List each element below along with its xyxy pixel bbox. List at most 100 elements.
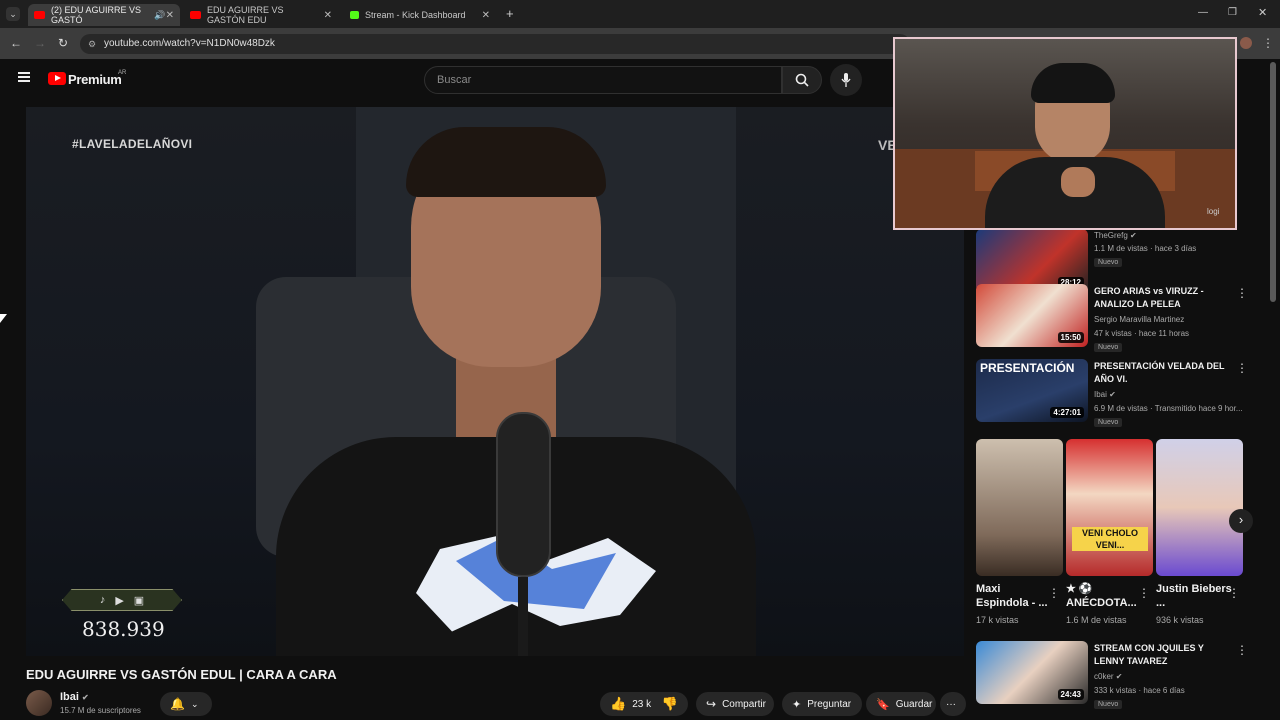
channel-avatar[interactable] bbox=[26, 690, 52, 716]
tab-search-button[interactable]: ⌄ bbox=[6, 7, 20, 21]
video-thumbnail[interactable]: PRESENTACIÓN 4:27:01 bbox=[976, 359, 1088, 422]
verified-icon: ✔ bbox=[1130, 231, 1137, 240]
bookmark-icon: 🔖 bbox=[876, 698, 890, 711]
like-icon[interactable]: 👍 bbox=[610, 696, 626, 712]
search-input[interactable]: Buscar bbox=[424, 66, 782, 94]
browser-menu-icon[interactable]: ⋮ bbox=[1262, 36, 1274, 50]
youtube-logo-icon[interactable] bbox=[48, 72, 66, 85]
voice-search-button[interactable] bbox=[830, 64, 862, 96]
verified-icon: ✔ bbox=[1109, 390, 1116, 399]
verified-icon: ✔ bbox=[1115, 672, 1123, 681]
video-meta: 1.1 M de vistas · hace 3 días bbox=[1094, 244, 1197, 253]
dislike-icon[interactable]: 👎 bbox=[662, 696, 678, 712]
short-title[interactable]: Maxi Espindola - ... bbox=[976, 582, 1056, 610]
more-options-icon[interactable]: ⋮ bbox=[1236, 286, 1248, 300]
video-title[interactable]: STREAM CON JQUILES Y LENNY TAVAREZ bbox=[1094, 642, 1234, 668]
recommendation-item[interactable]: PRESENTACIÓN 4:27:01 PRESENTACIÓN VELADA… bbox=[976, 359, 1276, 427]
notifications-button[interactable]: 🔔 ⌄ bbox=[160, 692, 212, 716]
address-field[interactable]: ⚙ youtube.com/watch?v=N1DN0w48Dzk bbox=[80, 34, 910, 54]
close-window-icon[interactable]: ✕ bbox=[1258, 6, 1267, 19]
channel-name-text: Ibai bbox=[60, 691, 79, 703]
viewer-counter-overlay: 838.939 bbox=[82, 617, 165, 641]
duration-badge: 4:27:01 bbox=[1050, 407, 1084, 418]
channel-name[interactable]: Sergio Maravilla Martinez bbox=[1094, 315, 1184, 324]
more-options-icon[interactable]: ⋮ bbox=[1236, 643, 1248, 657]
forward-arrow-icon[interactable]: → bbox=[34, 36, 46, 50]
webcam-label: logi bbox=[1207, 207, 1220, 216]
short-thumbnail[interactable] bbox=[976, 439, 1063, 576]
video-thumbnail[interactable]: 28:12 bbox=[976, 229, 1088, 292]
share-label: Compartir bbox=[722, 698, 766, 710]
recommendation-item[interactable]: 24:43 STREAM CON JQUILES Y LENNY TAVAREZ… bbox=[976, 641, 1276, 709]
like-count[interactable]: 23 k bbox=[632, 699, 651, 710]
page-scrollbar[interactable] bbox=[1270, 62, 1276, 302]
video-title[interactable]: PRESENTACIÓN VELADA DEL AÑO VI. bbox=[1094, 360, 1234, 386]
chevron-right-icon: › bbox=[1238, 512, 1244, 527]
shorts-next-button[interactable]: › bbox=[1229, 509, 1253, 533]
profile-avatar[interactable] bbox=[1240, 37, 1252, 49]
new-badge: Nuevo bbox=[1094, 418, 1123, 427]
new-tab-button[interactable]: + bbox=[506, 6, 514, 21]
channel-name[interactable]: Ibai ✔ bbox=[60, 691, 89, 703]
social-icons-overlay: ♪ ▶ ▣ bbox=[62, 589, 182, 611]
more-actions-button[interactable]: ··· bbox=[940, 692, 966, 716]
video-player[interactable]: #LAVELADELAÑOVI VE ♪ ▶ ▣ 838.939 bbox=[26, 107, 964, 656]
reload-icon[interactable]: ↻ bbox=[58, 36, 68, 50]
tab-kick-dashboard[interactable]: Stream - Kick Dashboard ✕ bbox=[344, 4, 496, 26]
youtube-favicon-icon bbox=[34, 11, 45, 19]
thumbnail-text: PRESENTACIÓN bbox=[980, 361, 1075, 375]
person-hair bbox=[406, 127, 606, 197]
video-title[interactable]: GERO ARIAS vs VIRUZZ - ANALIZO LA PELEA bbox=[1094, 285, 1234, 311]
short-title[interactable]: Justin Biebers ... bbox=[1156, 582, 1236, 610]
more-options-icon[interactable]: ⋮ bbox=[1138, 586, 1150, 600]
search-button[interactable] bbox=[782, 66, 822, 94]
channel-name[interactable]: Ibai ✔ bbox=[1094, 390, 1116, 399]
streamer-hands bbox=[1061, 167, 1095, 197]
share-button[interactable]: ↪ Compartir bbox=[696, 692, 774, 716]
kick-favicon-icon bbox=[350, 11, 359, 19]
short-thumbnail[interactable] bbox=[1156, 439, 1243, 576]
video-thumbnail[interactable]: 24:43 bbox=[976, 641, 1088, 704]
close-tab-icon[interactable]: ✕ bbox=[324, 10, 332, 21]
tiktok-icon: ♪ bbox=[99, 594, 106, 606]
video-hashtag-overlay: #LAVELADELAÑOVI bbox=[72, 137, 193, 151]
channel-name[interactable]: TheGrefg ✔ bbox=[1094, 231, 1137, 240]
twitch-icon: ▣ bbox=[133, 594, 145, 607]
ask-button[interactable]: ✦ Preguntar bbox=[782, 692, 862, 716]
chevron-down-icon: ⌄ bbox=[190, 698, 199, 709]
short-thumbnail[interactable]: VENI CHOLO VENI... bbox=[1066, 439, 1153, 576]
channel-name-text: TheGrefg bbox=[1094, 231, 1128, 240]
sparkle-icon: ✦ bbox=[792, 698, 802, 711]
like-dislike-group: 👍 23 k 👎 bbox=[600, 692, 688, 716]
tab-youtube-2[interactable]: EDU AGUIRRE VS GASTÓN EDU ✕ bbox=[184, 4, 338, 26]
save-button[interactable]: 🔖 Guardar bbox=[866, 692, 936, 716]
youtube-premium-logo[interactable]: Premium bbox=[68, 72, 122, 87]
webcam-overlay: logi bbox=[893, 37, 1237, 230]
site-info-icon[interactable]: ⚙ bbox=[88, 34, 96, 54]
back-arrow-icon[interactable]: ← bbox=[10, 36, 22, 50]
browser-tab-bar: ⌄ (2) EDU AGUIRRE VS GASTÓ 🔊 ✕ EDU AGUIR… bbox=[0, 0, 1280, 28]
verified-icon: ✔ bbox=[82, 693, 89, 702]
short-title[interactable]: ★ ⚽ ANÉCDOTA... bbox=[1066, 582, 1146, 610]
restore-icon[interactable]: ❐ bbox=[1228, 7, 1237, 18]
close-tab-icon[interactable]: ✕ bbox=[482, 10, 490, 21]
recommendation-item[interactable]: 15:50 GERO ARIAS vs VIRUZZ - ANALIZO LA … bbox=[976, 284, 1276, 352]
tab-label: EDU AGUIRRE VS GASTÓN EDU bbox=[207, 5, 284, 25]
minimize-icon[interactable]: — bbox=[1198, 7, 1208, 18]
duration-badge: 24:43 bbox=[1057, 689, 1084, 700]
video-thumbnail[interactable]: 15:50 bbox=[976, 284, 1088, 347]
close-tab-icon[interactable]: ✕ bbox=[166, 10, 174, 21]
bell-icon: 🔔 bbox=[170, 697, 185, 711]
video-meta: 333 k vistas · hace 6 días bbox=[1094, 686, 1185, 695]
short-views: 17 k vistas bbox=[976, 615, 1019, 625]
channel-name[interactable]: c0ker ✔ bbox=[1094, 672, 1123, 681]
more-options-icon[interactable]: ⋮ bbox=[1228, 586, 1240, 600]
hamburger-menu-icon[interactable] bbox=[18, 72, 30, 82]
video-meta: 6.9 M de vistas · Transmitido hace 9 hor… bbox=[1094, 404, 1243, 413]
speaker-icon: 🔊 bbox=[154, 9, 166, 20]
tab-youtube-active[interactable]: (2) EDU AGUIRRE VS GASTÓ 🔊 ✕ bbox=[28, 4, 180, 26]
more-options-icon[interactable]: ⋮ bbox=[1236, 361, 1248, 375]
more-options-icon[interactable]: ⋮ bbox=[1048, 586, 1060, 600]
microphone-stand bbox=[518, 577, 528, 656]
new-badge: Nuevo bbox=[1094, 258, 1123, 267]
